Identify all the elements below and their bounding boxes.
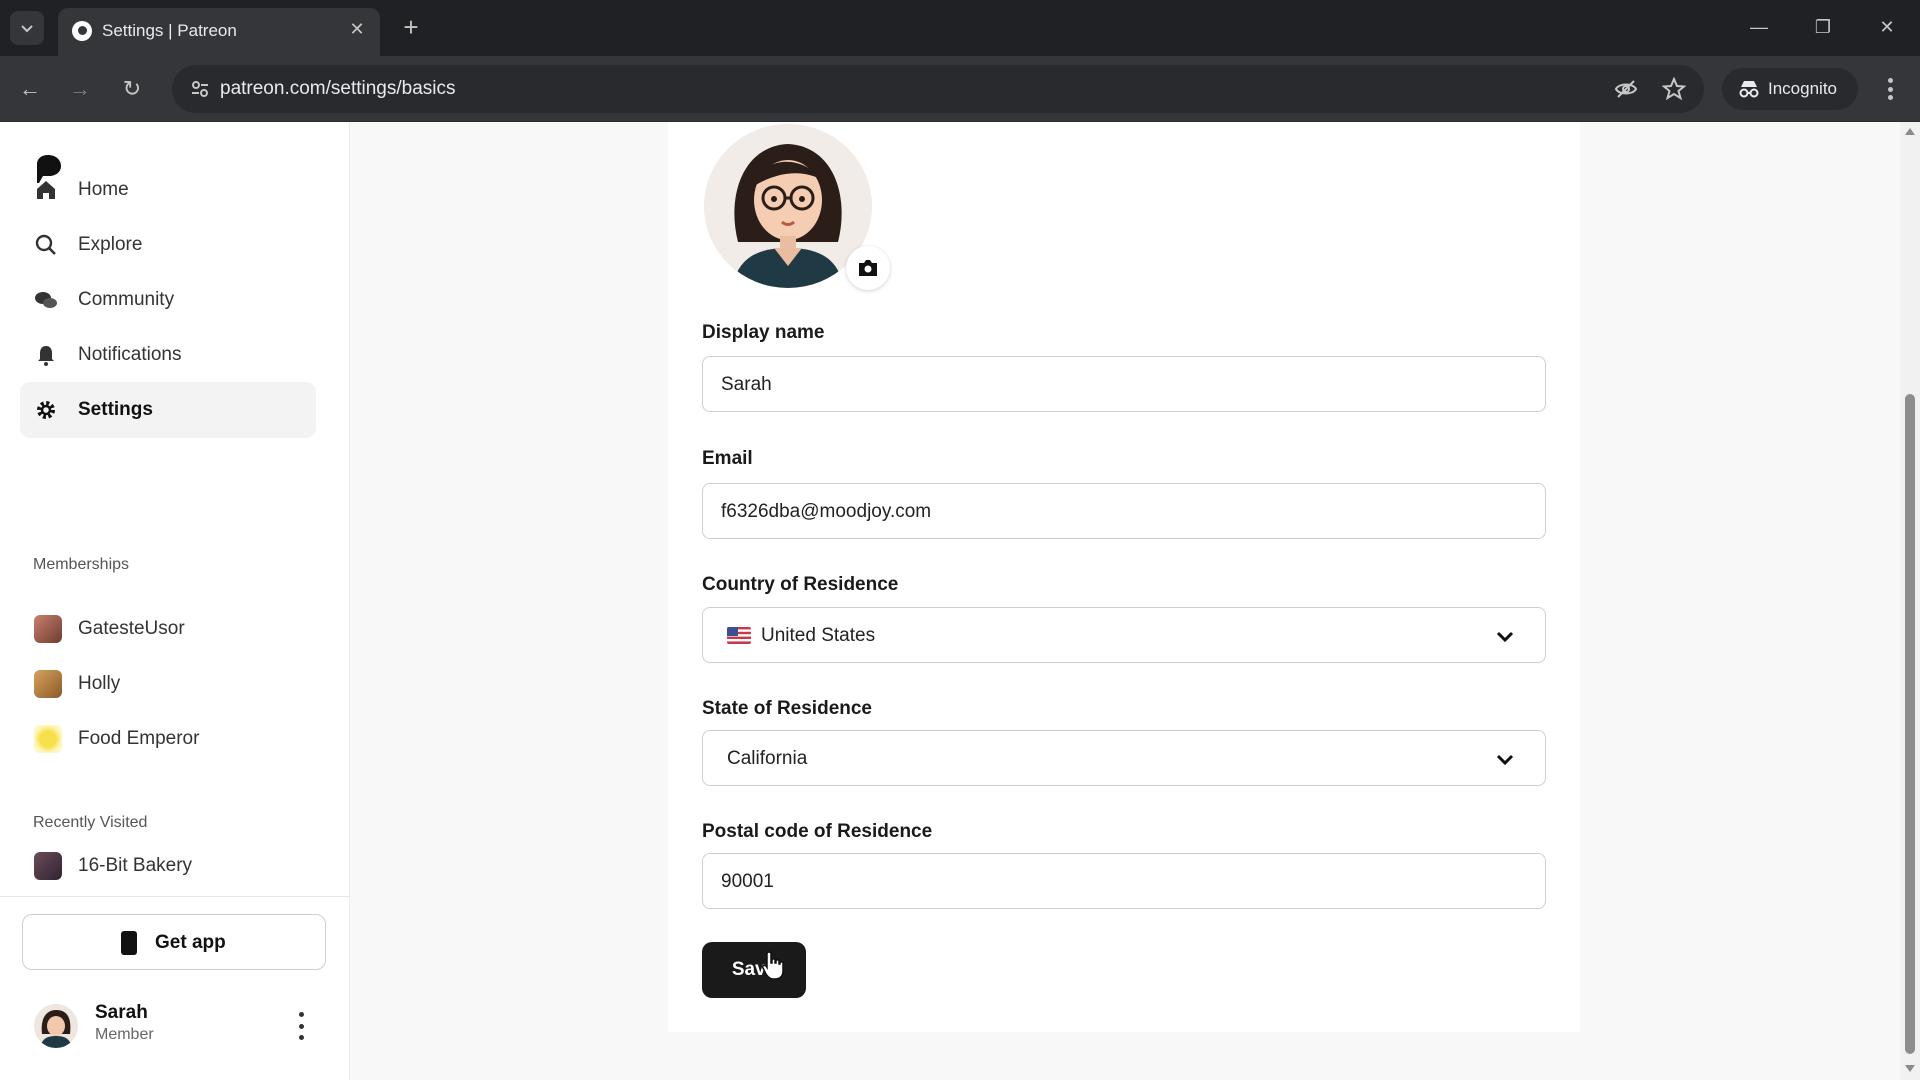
postal-code-value: 90001 [721, 871, 774, 892]
sidebar-item-community[interactable]: Community [20, 272, 316, 328]
us-flag-icon [727, 627, 751, 644]
email-field[interactable]: f6326dba@moodjoy.com [702, 483, 1546, 539]
incognito-icon [1739, 81, 1759, 98]
sidebar: Home Explore Community Notifications Set… [0, 122, 350, 1080]
get-app-label: Get app [155, 932, 226, 953]
scroll-down-icon[interactable] [1905, 1065, 1915, 1072]
site-settings-icon[interactable] [190, 79, 210, 99]
change-photo-button[interactable] [846, 246, 890, 290]
sidebar-item-notifications[interactable]: Notifications [20, 327, 316, 383]
forward-icon[interactable]: → [64, 73, 96, 105]
back-icon[interactable]: ← [14, 73, 46, 105]
chat-bubbles-icon [35, 292, 57, 308]
country-value: United States [761, 625, 876, 646]
home-icon [37, 181, 55, 199]
eye-off-icon[interactable] [1614, 77, 1638, 101]
scroll-up-icon[interactable] [1905, 128, 1915, 135]
membership-label: GatesteUsor [78, 618, 185, 639]
sidebar-item-label: Home [78, 179, 129, 200]
sidebar-item-settings[interactable]: Settings [20, 382, 316, 438]
creator-avatar [34, 852, 62, 880]
gear-icon [37, 401, 55, 419]
phone-icon [121, 931, 137, 955]
country-select[interactable]: United States [702, 607, 1546, 663]
page-scrollbar[interactable] [1900, 122, 1920, 1080]
sidebar-item-label: Community [78, 289, 175, 310]
search-icon [35, 234, 56, 255]
hand-cursor-icon [762, 951, 784, 980]
bell-icon [38, 346, 54, 366]
more-vert-icon[interactable] [296, 1012, 306, 1040]
sidebar-item-label: Notifications [78, 344, 182, 365]
camera-icon [859, 260, 877, 276]
email-value: f6326dba@moodjoy.com [721, 501, 932, 522]
state-value: California [727, 748, 808, 769]
chevron-down-icon [1496, 754, 1514, 766]
tab-title: Settings | Patreon [102, 21, 237, 40]
display-name-value: Sarah [721, 374, 772, 395]
restore-icon[interactable]: ❐ [1808, 12, 1838, 42]
chevron-down-icon [1496, 631, 1514, 643]
sidebar-item-home[interactable]: Home [20, 162, 316, 218]
recently-visited-heading: Recently Visited [33, 814, 148, 831]
state-select[interactable]: California [702, 730, 1546, 786]
creator-avatar [34, 670, 62, 698]
url-text: patreon.com/settings/basics [220, 78, 456, 99]
incognito-badge[interactable]: Incognito [1722, 68, 1858, 110]
browser-tabstrip: Settings | Patreon ✕ + — ❐ ✕ [0, 0, 1920, 56]
membership-item[interactable]: GatesteUsor [20, 603, 316, 655]
membership-label: Food Emperor [78, 728, 200, 749]
display-name-label: Display name [702, 322, 825, 343]
scroll-thumb[interactable] [1905, 394, 1915, 1054]
minimize-icon[interactable]: — [1744, 12, 1774, 42]
postal-code-label: Postal code of Residence [702, 821, 933, 842]
sidebar-divider [0, 896, 349, 897]
close-window-icon[interactable]: ✕ [1872, 12, 1902, 42]
sidebar-item-explore[interactable]: Explore [20, 217, 316, 273]
country-label: Country of Residence [702, 574, 899, 595]
profile-role: Member [95, 1026, 154, 1043]
state-label: State of Residence [702, 698, 872, 719]
tab-search-button[interactable] [10, 11, 44, 45]
display-name-field[interactable]: Sarah [702, 356, 1546, 412]
membership-item[interactable]: Food Emperor [20, 713, 316, 765]
reload-icon[interactable]: ↻ [116, 73, 148, 105]
browser-tab[interactable]: Settings | Patreon ✕ [58, 8, 380, 56]
avatar [34, 1004, 78, 1048]
profile-name: Sarah [95, 1002, 148, 1023]
memberships-heading: Memberships [33, 556, 130, 573]
recent-label: 16-Bit Bakery [78, 855, 193, 876]
get-app-button[interactable]: Get app [22, 914, 326, 970]
more-vert-icon[interactable] [1876, 74, 1904, 104]
creator-avatar [34, 615, 62, 643]
address-bar[interactable]: patreon.com/settings/basics [172, 65, 1704, 113]
plus-icon[interactable]: + [396, 13, 426, 43]
browser-toolbar: ← → ↻ patreon.com/settings/basics Incogn… [0, 56, 1920, 122]
main-content: Display name Sarah Email f6326dba@moodjo… [350, 122, 1900, 1080]
settings-card: Display name Sarah Email f6326dba@moodjo… [668, 122, 1580, 1032]
star-icon[interactable] [1662, 77, 1686, 101]
chevron-down-icon [21, 25, 33, 33]
user-profile[interactable]: Sarah Member [22, 994, 326, 1064]
membership-label: Holly [78, 673, 121, 694]
incognito-label: Incognito [1768, 79, 1837, 98]
save-button[interactable]: Save [702, 942, 806, 998]
creator-avatar [34, 725, 62, 753]
sidebar-item-label: Settings [78, 399, 153, 420]
membership-item[interactable]: Holly [20, 658, 316, 710]
sidebar-item-label: Explore [78, 234, 143, 255]
postal-code-field[interactable]: 90001 [702, 853, 1546, 909]
recent-item[interactable]: 16-Bit Bakery [20, 840, 316, 880]
email-label: Email [702, 448, 753, 469]
patreon-favicon-icon [72, 21, 92, 41]
close-icon[interactable]: ✕ [346, 18, 368, 40]
